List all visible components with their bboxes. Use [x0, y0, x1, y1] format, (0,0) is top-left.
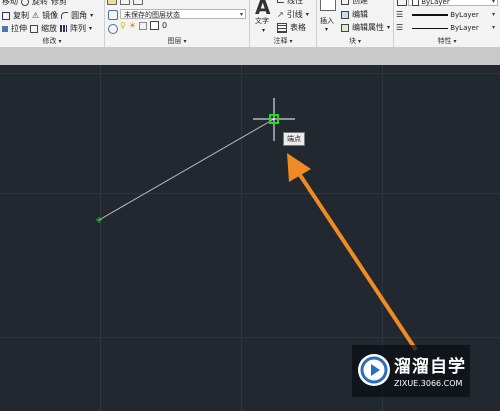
layers-panel-title[interactable]: 图层 ▾	[105, 36, 249, 46]
annotation-panel: A 文字 ▾ 线性 ↗ 引线 ▾ 表格 注释 ▾	[250, 0, 317, 47]
chevron-down-icon: ▾	[183, 38, 187, 45]
scale-tool[interactable]: 缩放	[41, 23, 57, 34]
current-layer-name[interactable]: 0	[162, 21, 167, 30]
text-dropdown-icon[interactable]: ▾	[262, 27, 265, 34]
layer-properties-icon[interactable]	[107, 0, 117, 5]
edit-block-tool[interactable]: 编辑	[352, 9, 368, 20]
chevron-down-icon: ▾	[491, 24, 495, 31]
layer-freeze-sun-icon[interactable]: ☀	[129, 21, 136, 30]
chevron-down-icon: ▾	[491, 0, 495, 5]
make-current-icon[interactable]	[108, 24, 118, 34]
array-dropdown-icon[interactable]: ▾	[89, 25, 92, 32]
watermark-url: ZIXUE.3066.COM	[394, 379, 463, 388]
watermark: 溜溜自学 ZIXUE.3066.COM	[352, 345, 470, 397]
table-tool[interactable]: 表格	[290, 22, 306, 33]
leader-tool[interactable]: 引线	[287, 9, 303, 20]
move-tool[interactable]: 移动	[2, 0, 18, 7]
chevron-down-icon: ▾	[491, 11, 495, 18]
modify-panel: 移动 旋转 修剪 复制 ⚠ 镜像 圆角 ▾ 拉伸 缩放 阵列 ▾ 修改 ▾	[0, 0, 105, 47]
drawn-line[interactable]	[98, 118, 275, 221]
layer-state-icon	[108, 10, 118, 20]
fillet-icon	[61, 12, 69, 19]
play-icon	[360, 356, 388, 384]
fillet-dropdown-icon[interactable]: ▾	[90, 12, 93, 19]
layer-on-bulb-icon[interactable]: ♀	[120, 21, 126, 30]
lineweight-icon: ☰	[396, 23, 404, 32]
array-icon	[60, 25, 67, 32]
orange-arrow	[287, 153, 418, 352]
block-panel: 插入 ▾ 创建 编辑 编辑属性 ▾ 块 ▾	[317, 0, 394, 47]
rotate-icon	[21, 0, 29, 6]
fillet-tool[interactable]: 圆角	[71, 10, 87, 21]
linetype-sample	[412, 14, 448, 16]
properties-panel-title[interactable]: 特性 ▾	[394, 36, 500, 46]
drawing-canvas[interactable]: 端点 溜溜自学 ZIXUE.3066.COM	[0, 65, 500, 411]
color-swatch	[412, 0, 419, 6]
chevron-down-icon: ▾	[289, 38, 293, 45]
leader-dropdown-icon[interactable]: ▾	[306, 11, 309, 18]
create-block-tool[interactable]: 创建	[352, 0, 368, 6]
rotate-tool[interactable]: 旋转	[32, 0, 48, 7]
layer-color-swatch[interactable]	[150, 21, 160, 30]
watermark-title: 溜溜自学	[394, 357, 466, 377]
edit-attributes-icon	[341, 23, 349, 32]
edit-block-icon	[341, 10, 349, 19]
copy-tool[interactable]: 复制	[13, 10, 29, 21]
mirror-tool[interactable]: 镜像	[42, 10, 58, 21]
chevron-down-icon: ▾	[357, 38, 361, 45]
layers-panel: 未保存的图层状态 ▾ ♀ ☀ 0 图层 ▾	[105, 0, 250, 47]
file-tab-bar	[0, 48, 500, 65]
mirror-icon: ⚠	[32, 11, 40, 20]
lineweight-value: ByLayer	[450, 24, 479, 32]
edit-attributes-dropdown-icon[interactable]: ▾	[387, 24, 390, 31]
lineweight-combo[interactable]: ByLayer ▾	[408, 22, 498, 32]
scale-icon	[30, 24, 38, 33]
trim-tool[interactable]: 修剪	[51, 0, 67, 7]
insert-block-label[interactable]: 插入	[320, 16, 334, 26]
chevron-down-icon: ▾	[239, 11, 243, 18]
copy-icon	[2, 11, 10, 20]
insert-block-icon[interactable]	[320, 0, 336, 11]
stretch-tool[interactable]: 拉伸	[11, 23, 27, 34]
edit-attributes-tool[interactable]: 编辑属性	[352, 22, 384, 33]
create-block-icon	[341, 0, 349, 5]
start-point-marker	[96, 217, 102, 223]
block-panel-title[interactable]: 块 ▾	[317, 36, 393, 46]
linetype-value: ByLayer	[450, 11, 479, 19]
color-icon	[397, 0, 407, 6]
layer-icon-2[interactable]	[120, 0, 130, 5]
lineweight-sample	[412, 27, 448, 29]
insert-dropdown-icon[interactable]: ▾	[325, 26, 328, 33]
linear-dimension-icon	[277, 0, 284, 3]
endpoint-snap-tooltip: 端点	[283, 132, 305, 146]
watermark-logo	[358, 354, 390, 386]
linetype-icon: ☰	[396, 10, 404, 19]
stretch-icon	[2, 25, 8, 32]
layer-state-combo[interactable]: 未保存的图层状态 ▾	[120, 9, 246, 19]
chevron-down-icon: ▾	[58, 38, 62, 45]
annotation-panel-title[interactable]: 注释 ▾	[250, 36, 316, 46]
color-value: ByLayer	[421, 0, 450, 6]
array-tool[interactable]: 阵列	[70, 23, 86, 34]
layer-icon-3[interactable]	[133, 0, 143, 5]
table-icon	[277, 22, 287, 33]
modify-panel-title[interactable]: 修改 ▾	[0, 36, 104, 46]
chevron-down-icon: ▾	[453, 38, 457, 45]
layer-lock-icon[interactable]	[139, 21, 148, 30]
properties-panel: ByLayer ▾ ☰ ByLayer ▾ ☰ ByLayer ▾ 特性 ▾	[394, 0, 500, 47]
ribbon: 移动 旋转 修剪 复制 ⚠ 镜像 圆角 ▾ 拉伸 缩放 阵列 ▾ 修改 ▾ 未保…	[0, 0, 500, 48]
text-tool-label[interactable]: 文字	[255, 16, 269, 26]
color-combo[interactable]: ByLayer ▾	[408, 0, 498, 6]
layer-state-value: 未保存的图层状态	[124, 11, 180, 19]
leader-icon: ↗	[277, 10, 284, 19]
linear-dimension-tool[interactable]: 线性	[287, 0, 303, 6]
linetype-combo[interactable]: ByLayer ▾	[408, 9, 498, 19]
